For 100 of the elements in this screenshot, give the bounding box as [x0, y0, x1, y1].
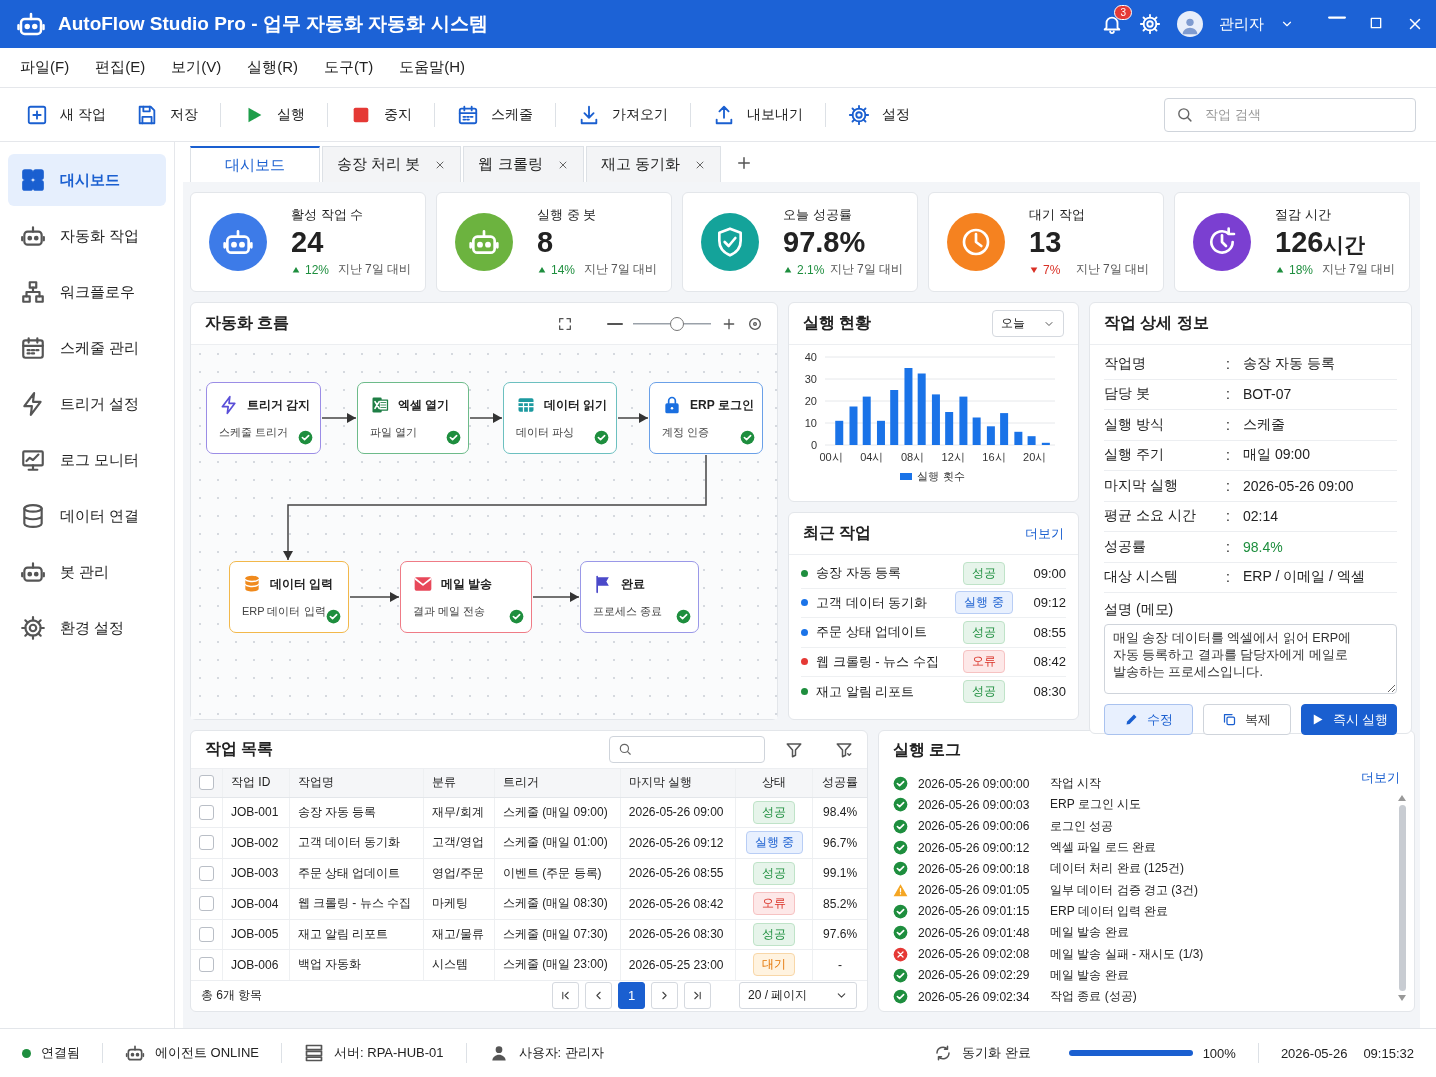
axis-label: 08시 [900, 451, 925, 463]
toolbar-button[interactable]: 저장 [127, 97, 206, 132]
log-message: 메일 발송 완료 [1050, 924, 1129, 942]
action-button[interactable]: 복제 [1202, 704, 1292, 735]
tab[interactable]: 재고 동기화 [585, 146, 721, 182]
kpi-note: 지난 7일 대비 [583, 261, 657, 278]
toolbar-button[interactable]: 실행 [234, 97, 313, 132]
field-label: 평균 소요 시간 [1104, 507, 1197, 526]
checkbox[interactable] [199, 775, 214, 791]
menu-item[interactable]: 보기(V) [163, 52, 230, 83]
sidebar-item[interactable]: 스케줄 관리 [8, 322, 166, 374]
pager-button[interactable] [684, 982, 711, 1010]
log-time: 2026-05-26 09:00:12 [918, 840, 1031, 855]
bar [945, 412, 954, 445]
sidebar-item[interactable]: 자동화 작업 [8, 210, 166, 262]
checkbox[interactable] [199, 804, 214, 820]
page-size-dropdown[interactable]: 20 / 페이지 [739, 982, 857, 1010]
toolbar-button[interactable]: 내보내기 [704, 97, 811, 132]
status-badge: 성공 [753, 922, 796, 946]
sidebar-item[interactable]: 로그 모니터 [8, 434, 166, 486]
column-header[interactable]: 분류 [423, 769, 495, 797]
pager-button[interactable] [552, 982, 579, 1010]
sidebar-item[interactable]: 데이터 연결 [8, 490, 166, 542]
flow-node[interactable]: ERP 로그인 계정 인증 [649, 382, 763, 454]
period-dropdown[interactable]: 오늘 [992, 310, 1064, 337]
flow-node[interactable]: 완료 프로세스 종료 [580, 561, 699, 633]
table-cell: JOB-001 [222, 797, 290, 828]
search-field[interactable]: 작업 검색 [1164, 97, 1416, 132]
flow-node[interactable]: 트리거 감지 스케줄 트리거 [206, 382, 321, 454]
action-button[interactable]: 즉시 실행 [1301, 704, 1397, 735]
checkbox[interactable] [199, 896, 214, 912]
kpi-label: 절감 시간 [1275, 206, 1332, 224]
bar [1014, 431, 1023, 445]
log-message: 엑셀 파일 로드 완료 [1050, 839, 1156, 857]
scrollbar[interactable] [1398, 795, 1406, 1001]
toolbar-button[interactable]: 가져오기 [569, 97, 676, 132]
legend-swatch [900, 473, 913, 480]
table-cell: JOB-006 [222, 949, 290, 980]
flow-node[interactable]: 데이터 읽기 데이터 파싱 [503, 382, 617, 454]
field-separator: : [1226, 477, 1231, 494]
toolbar-button[interactable]: 스케줄 [448, 97, 541, 132]
menu-item[interactable]: 파일(F) [12, 52, 78, 83]
sidebar-item[interactable]: 봇 관리 [8, 546, 166, 598]
column-header[interactable]: 마지막 실행 [620, 769, 736, 797]
fullscreen-icon [557, 315, 573, 332]
toolbar-button[interactable]: 새 작업 [18, 97, 114, 132]
sidebar-item[interactable]: 트리거 설정 [8, 378, 166, 430]
scroll-down-icon[interactable] [1398, 995, 1406, 1001]
flow-node[interactable]: 엑셀 열기 파일 열기 [357, 382, 469, 454]
tab[interactable]: 웹 크롤링 [463, 146, 584, 182]
more-link[interactable]: 더보기 [1361, 769, 1400, 787]
user-name[interactable]: 관리자 [1219, 14, 1264, 34]
menu-item[interactable]: 도움말(H) [391, 52, 473, 83]
bar [1000, 413, 1009, 445]
table-cell: 98.4% [812, 797, 867, 828]
task-time: 08:30 [1032, 684, 1066, 700]
window-title: AutoFlow Studio Pro - 업무 자동화 자동화 시스템 [58, 12, 489, 36]
task-time: 08:42 [1032, 654, 1066, 670]
field-label: 실행 방식 [1104, 415, 1165, 434]
scroll-up-icon[interactable] [1398, 795, 1406, 801]
avatar[interactable] [1177, 11, 1203, 37]
sidebar-item[interactable]: 대시보드 [8, 154, 166, 206]
action-button[interactable]: 수정 [1104, 704, 1193, 735]
flow-node[interactable]: 데이터 입력 ERP 데이터 입력 [229, 561, 349, 633]
column-header[interactable]: 트리거 [494, 769, 621, 797]
page-button[interactable]: 1 [618, 982, 645, 1010]
column-header[interactable]: 작업 ID [222, 769, 290, 797]
node-title: 완료 [621, 575, 645, 593]
memo-field[interactable]: 매일 송장 데이터를 엑셀에서 읽어 ERP에 자동 등록하고 결과를 담당자에게 메일로 발송하는 프로세스입니다. [1104, 624, 1397, 694]
settings-icon [1139, 13, 1161, 35]
menu-item[interactable]: 실행(R) [239, 52, 306, 83]
tab[interactable]: 대시보드 [190, 146, 320, 182]
log-message: 메일 발송 완료 [1050, 966, 1129, 984]
table-cell: JOB-004 [222, 888, 290, 919]
table-cell: JOB-002 [222, 827, 290, 858]
log-time: 2026-05-26 09:01:15 [918, 904, 1031, 919]
toolbar-button[interactable]: 중지 [341, 97, 420, 132]
menu-item[interactable]: 도구(T) [316, 52, 382, 83]
checkbox[interactable] [199, 835, 214, 851]
task-time: 08:55 [1032, 624, 1066, 640]
toolbar-button[interactable]: 설정 [839, 97, 918, 132]
slider-thumb[interactable] [669, 316, 684, 331]
calendar-icon [20, 335, 46, 361]
sidebar-item[interactable]: 워크플로우 [8, 266, 166, 318]
flow-node[interactable]: 메일 발송 결과 메일 전송 [400, 561, 532, 633]
menu-item[interactable]: 편집(E) [87, 52, 154, 83]
tab[interactable]: 송장 처리 봇 [322, 146, 462, 182]
checkbox[interactable] [199, 865, 214, 881]
column-header[interactable]: 상태 [735, 769, 813, 797]
status-text: 동기화 완료 [962, 1044, 1031, 1062]
column-header[interactable]: 작업명 [289, 769, 424, 797]
column-header[interactable]: 성공률 [812, 769, 867, 797]
more-link[interactable]: 더보기 [1025, 524, 1064, 543]
sidebar-item[interactable]: 환경 설정 [8, 602, 166, 654]
search-field[interactable] [609, 736, 765, 763]
checkbox[interactable] [199, 957, 214, 973]
node-title: 트리거 감지 [247, 396, 311, 414]
checkbox[interactable] [199, 926, 214, 942]
axis-label: 20시 [1023, 451, 1047, 463]
monitor-icon [20, 447, 46, 473]
